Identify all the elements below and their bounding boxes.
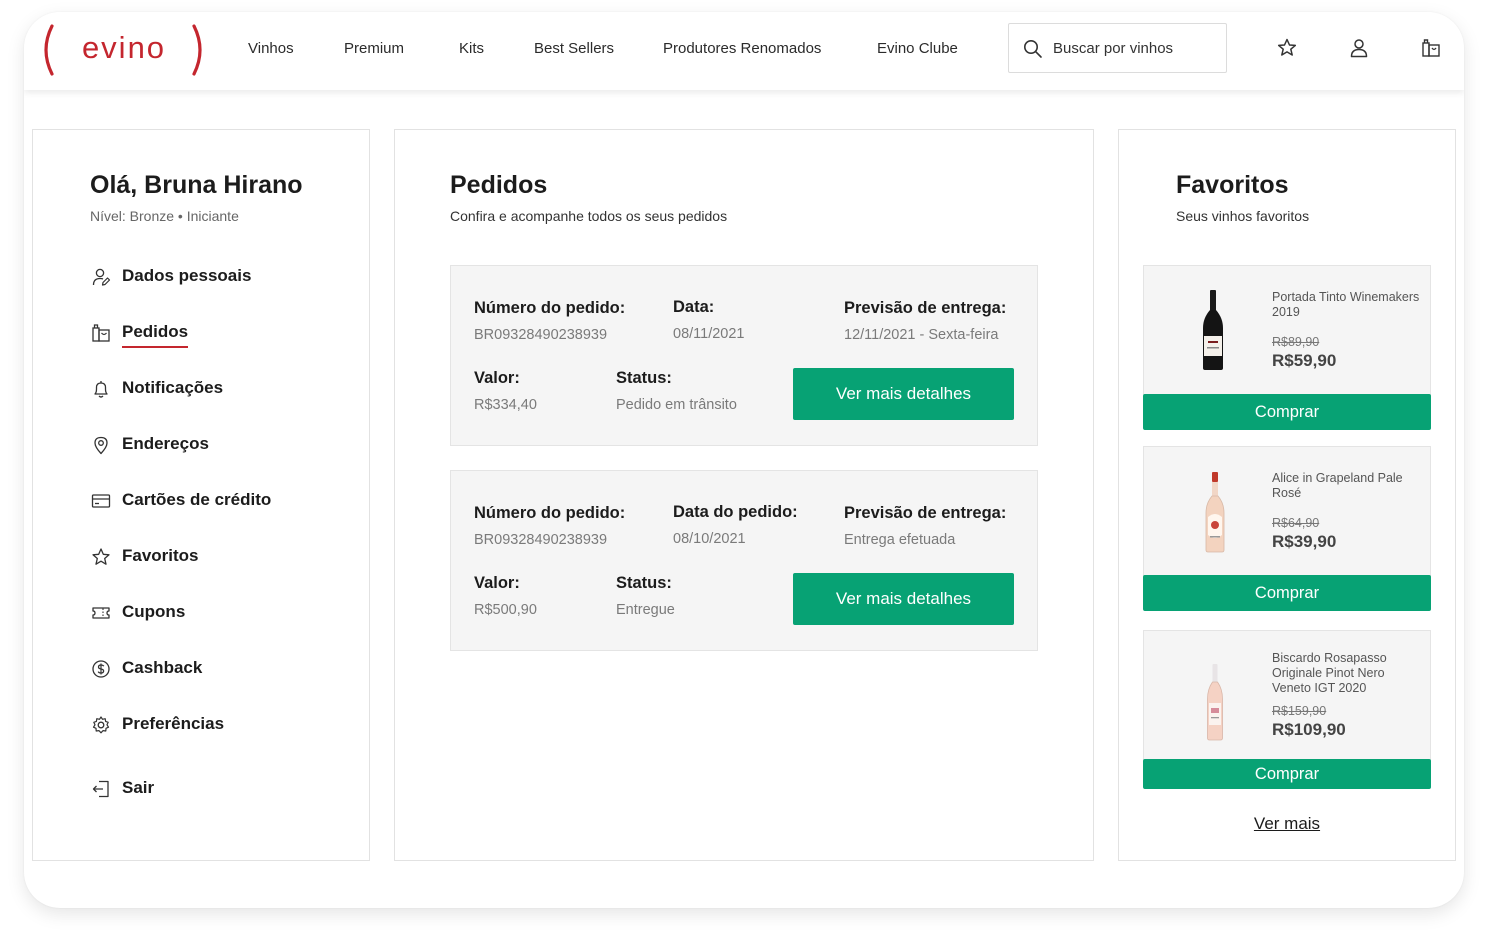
sidebar-item-pedidos[interactable]: Pedidos — [91, 320, 351, 348]
sidebar-item-label: Pedidos — [122, 322, 189, 348]
orders-subtitle: Confira e acompanhe todos os seus pedido… — [450, 208, 728, 224]
wine-bottle-image — [1207, 664, 1223, 741]
nav-produtores-renomados[interactable]: Produtores Renomados — [663, 40, 821, 57]
order-details-button[interactable]: Ver mais detalhes — [793, 368, 1014, 420]
sidebar-item-cashback[interactable]: Cashback — [91, 656, 351, 682]
nav-vinhos[interactable]: Vinhos — [248, 40, 294, 57]
favorites-subtitle: Seus vinhos favoritos — [1176, 208, 1310, 224]
see-more-link[interactable]: Ver mais — [1119, 814, 1455, 834]
bell-icon — [94, 381, 108, 398]
account-sidebar: Olá, Bruna Hirano Nível: Bronze • Inicia… — [32, 129, 370, 861]
order-status-label: Status: — [616, 574, 672, 592]
order-number: BR09328490238939 — [474, 532, 608, 548]
sidebar-item-label: Cupons — [122, 602, 186, 621]
order-card: Número do pedido: BR09328490238939 Data:… — [450, 265, 1038, 446]
search-icon — [1024, 40, 1042, 58]
buy-button[interactable]: Comprar — [1143, 575, 1431, 611]
sidebar-item-label: Dados pessoais — [122, 266, 252, 285]
location-pin-icon — [94, 436, 108, 455]
sidebar-item-label: Sair — [122, 778, 155, 797]
favorite-price: R$109,90 — [1272, 720, 1346, 739]
sidebar-item-label: Notificações — [122, 378, 224, 397]
search-box[interactable] — [1008, 23, 1227, 73]
order-status-label: Status: — [616, 369, 672, 387]
orders-panel: Pedidos Confira e acompanhe todos os seu… — [394, 129, 1094, 861]
order-status: Pedido em trânsito — [616, 397, 737, 413]
order-value: R$500,90 — [474, 602, 537, 618]
order-value-label: Valor: — [474, 369, 520, 387]
order-date-label: Data: — [673, 298, 715, 316]
favorite-name: Portada Tinto Winemakers 2019 — [1272, 290, 1420, 319]
buy-button[interactable]: Comprar — [1143, 759, 1431, 789]
dollar-coin-icon — [92, 660, 110, 678]
order-delivery-label: Previsão de entrega: — [844, 504, 1007, 522]
app-frame: evino Vinhos Premium Kits Best Sellers P… — [24, 12, 1464, 908]
favorite-old-price: R$159,90 — [1272, 704, 1327, 718]
user-level: Nível: Bronze • Iniciante — [90, 208, 239, 224]
bag-icon — [92, 324, 110, 342]
nav-evino-clube[interactable]: Evino Clube — [877, 40, 958, 57]
wine-bottle-image — [1205, 472, 1225, 553]
user-icon[interactable] — [1347, 36, 1371, 60]
orders-title: Pedidos — [450, 171, 548, 199]
bag-icon[interactable] — [1419, 36, 1443, 60]
favorite-card: Portada Tinto Winemakers 2019 R$89,90 R$… — [1143, 265, 1431, 395]
logo-text: evino — [81, 30, 167, 65]
favorite-card: Biscardo Rosapasso Originale Pinot Nero … — [1143, 630, 1431, 760]
order-date-label: Data do pedido: — [673, 503, 798, 521]
order-value: R$334,40 — [474, 397, 537, 413]
order-value-label: Valor: — [474, 574, 520, 592]
sidebar-item-cartoes[interactable]: Cartões de crédito — [91, 488, 351, 514]
evino-logo[interactable]: evino — [42, 24, 204, 76]
sidebar-item-label: Cartões de crédito — [122, 490, 272, 509]
sidebar-item-dados-pessoais[interactable]: Dados pessoais — [91, 264, 351, 290]
favorite-old-price: R$89,90 — [1272, 335, 1320, 349]
favorites-title: Favoritos — [1176, 171, 1289, 199]
sidebar-item-label: Favoritos — [122, 546, 199, 565]
sidebar-item-notificacoes[interactable]: Notificações — [91, 376, 351, 402]
search-input[interactable] — [1053, 37, 1219, 59]
favorite-card: Alice in Grapeland Pale Rosé R$64,90 R$3… — [1143, 446, 1431, 576]
favorite-old-price: R$64,90 — [1272, 516, 1320, 530]
favorite-price: R$59,90 — [1272, 351, 1337, 370]
nav-kits[interactable]: Kits — [459, 40, 484, 57]
nav-premium[interactable]: Premium — [344, 40, 404, 57]
order-number-label: Número do pedido: — [474, 299, 626, 317]
order-delivery: 12/11/2021 - Sexta-feira — [844, 327, 999, 343]
sidebar-item-preferencias[interactable]: Preferências — [91, 712, 351, 738]
order-details-button[interactable]: Ver mais detalhes — [793, 573, 1014, 625]
credit-card-icon — [91, 494, 111, 508]
order-card: Número do pedido: BR09328490238939 Data … — [450, 470, 1038, 651]
nav-best-sellers[interactable]: Best Sellers — [534, 40, 614, 57]
sidebar-item-sair[interactable]: Sair — [91, 776, 351, 802]
buy-button[interactable]: Comprar — [1143, 394, 1431, 430]
star-icon[interactable] — [1275, 36, 1299, 60]
order-delivery-label: Previsão de entrega: — [844, 299, 1007, 317]
sidebar-item-cupons[interactable]: Cupons — [91, 600, 351, 626]
sidebar-item-enderecos[interactable]: Endereços — [91, 432, 351, 458]
logout-icon — [92, 780, 109, 798]
sidebar-item-label: Cashback — [122, 658, 203, 677]
favorites-panel: Favoritos Seus vinhos favoritos Portada … — [1118, 129, 1456, 861]
favorite-name: Alice in Grapeland Pale Rosé — [1272, 471, 1403, 500]
order-delivery: Entrega efetuada — [844, 532, 956, 548]
wine-bottle-image — [1203, 290, 1223, 370]
ticket-icon — [92, 607, 110, 619]
gear-icon — [92, 716, 110, 734]
order-number: BR09328490238939 — [474, 327, 608, 343]
sidebar-item-label: Preferências — [122, 714, 225, 733]
favorite-name: Biscardo Rosapasso Originale Pinot Nero … — [1272, 651, 1387, 695]
order-date: 08/10/2021 — [673, 531, 746, 547]
top-header: evino Vinhos Premium Kits Best Sellers P… — [24, 12, 1464, 90]
sidebar-item-favoritos[interactable]: Favoritos — [91, 544, 351, 570]
order-status: Entregue — [616, 602, 675, 618]
order-number-label: Número do pedido: — [474, 504, 626, 522]
greeting: Olá, Bruna Hirano — [90, 171, 303, 199]
order-date: 08/11/2021 — [673, 326, 745, 342]
star-icon — [92, 548, 110, 565]
user-edit-icon — [92, 268, 111, 286]
sidebar-item-label: Endereços — [122, 434, 209, 453]
favorite-price: R$39,90 — [1272, 532, 1337, 551]
